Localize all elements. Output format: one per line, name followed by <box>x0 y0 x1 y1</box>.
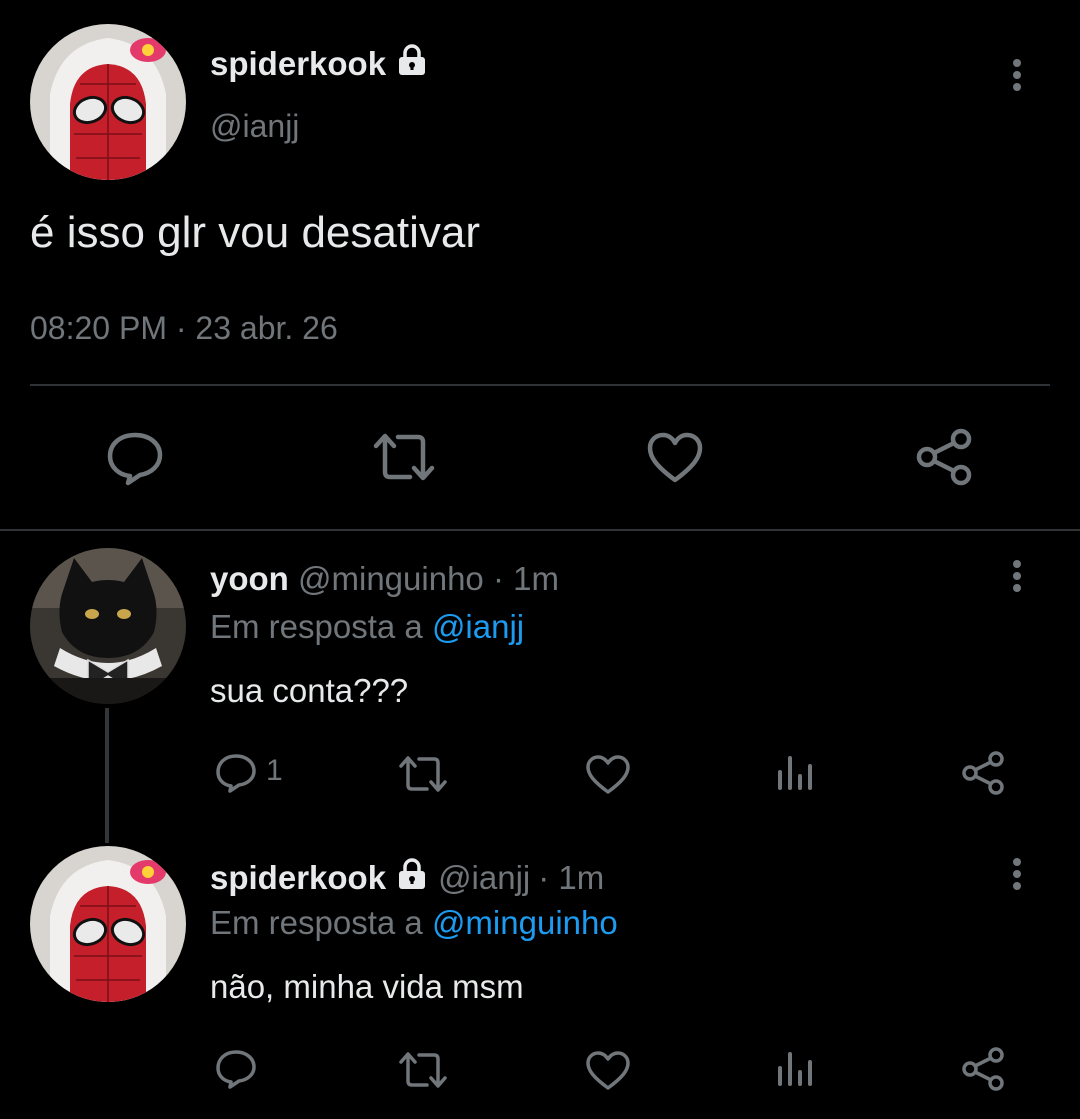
reply-time[interactable]: · 1m <box>538 859 604 897</box>
display-name[interactable]: spiderkook <box>210 45 386 83</box>
more-options-icon[interactable] <box>1007 854 1027 894</box>
divider <box>30 384 1050 386</box>
reply-icon[interactable] <box>106 430 164 486</box>
reply-count: 1 <box>266 754 283 787</box>
share-icon[interactable] <box>960 1046 1006 1092</box>
retweet-icon[interactable] <box>396 754 450 794</box>
avatar[interactable] <box>30 24 186 180</box>
reply-header: yoon @minguinho · 1m <box>210 560 559 598</box>
tweet-text: é isso glr vou desativar <box>30 208 480 257</box>
thread-connector-line <box>105 708 109 843</box>
more-options-icon[interactable] <box>1007 556 1027 596</box>
reply-context: Em resposta a @minguinho <box>210 904 618 942</box>
author-name-row[interactable]: spiderkook <box>210 42 430 86</box>
handle[interactable]: @minguinho <box>298 560 484 597</box>
lock-icon <box>394 42 430 86</box>
reply-icon[interactable] <box>214 752 258 794</box>
like-icon[interactable] <box>585 1050 631 1092</box>
lock-icon <box>394 856 430 900</box>
share-icon[interactable] <box>960 750 1006 796</box>
reply-text: sua conta??? <box>210 672 409 709</box>
views-icon[interactable] <box>776 1050 816 1088</box>
handle[interactable]: @ianjj <box>438 859 530 897</box>
black-cat-avatar-image <box>30 548 186 704</box>
avatar[interactable] <box>30 548 186 704</box>
mention-link[interactable]: @minguinho <box>432 904 618 941</box>
reply-icon[interactable] <box>214 1048 258 1090</box>
like-icon[interactable] <box>585 754 631 796</box>
reply-header: spiderkook @ianjj · 1m <box>210 856 604 900</box>
share-icon[interactable] <box>915 428 973 486</box>
display-name[interactable]: spiderkook <box>210 859 386 897</box>
display-name[interactable]: yoon <box>210 560 289 597</box>
reply-prefix: Em resposta a <box>210 904 423 941</box>
retweet-icon[interactable] <box>370 432 438 482</box>
spiderman-avatar-image <box>30 846 186 1002</box>
spiderman-avatar-image <box>30 24 186 180</box>
avatar[interactable] <box>30 846 186 1002</box>
reply-prefix: Em resposta a <box>210 608 423 645</box>
section-divider <box>0 529 1080 531</box>
reply-text: não, minha vida msm <box>210 968 524 1005</box>
timestamp[interactable]: 08:20 PM · 23 abr. 26 <box>30 310 338 347</box>
like-icon[interactable] <box>646 432 704 484</box>
views-icon[interactable] <box>776 754 816 792</box>
handle[interactable]: @ianjj <box>210 108 299 145</box>
reply-context: Em resposta a @ianjj <box>210 608 524 646</box>
retweet-icon[interactable] <box>396 1050 450 1090</box>
mention-link[interactable]: @ianjj <box>432 608 524 645</box>
reply-time[interactable]: · 1m <box>493 560 559 597</box>
more-options-icon[interactable] <box>1007 55 1027 95</box>
